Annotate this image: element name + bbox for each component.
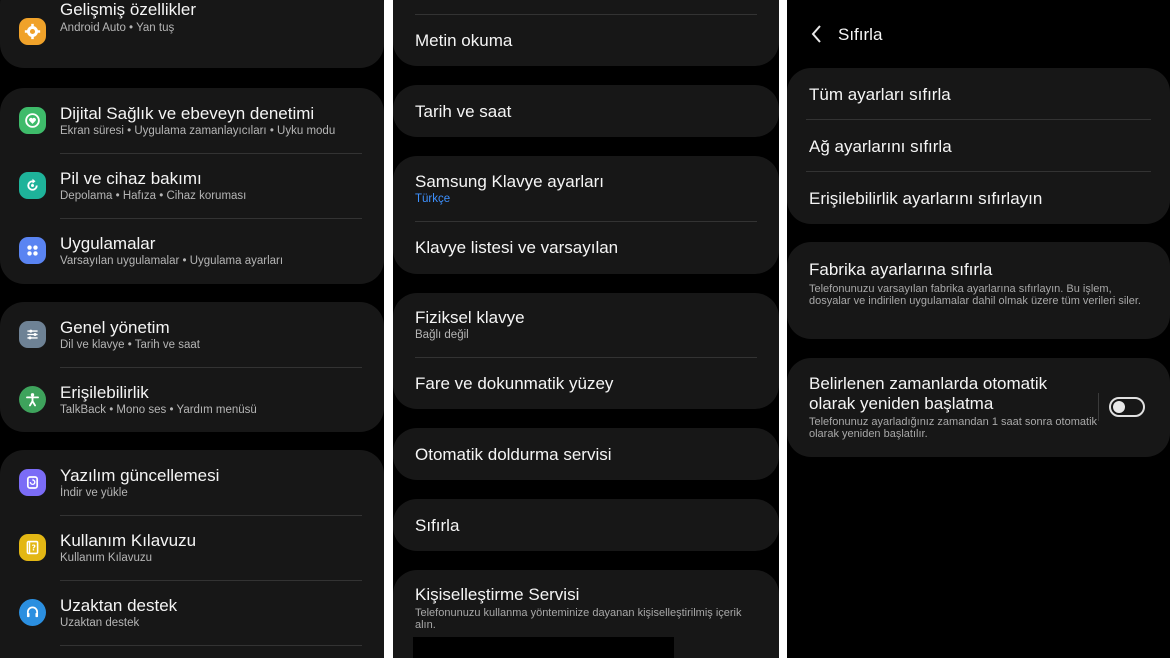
- item-subtitle: Bağlı değil: [415, 329, 469, 341]
- item-title: Kişiselleştirme Servisi: [415, 585, 580, 604]
- item-title: Fare ve dokunmatik yüzey: [415, 374, 614, 393]
- item-title: Dijital Sağlık ve ebeveyn denetimi: [60, 104, 315, 123]
- item-title: Klavye listesi ve varsayılan: [415, 238, 619, 257]
- item-subtitle: TalkBack • Mono ses • Yardım menüsü: [60, 404, 257, 416]
- item-subtitle: Android Auto • Yan tuş: [60, 22, 175, 34]
- item-subtitle: Uzaktan destek: [60, 617, 140, 629]
- settings-item-advanced-features[interactable]: Gelişmiş özellikler Android Auto • Yan t…: [0, 0, 384, 68]
- item-title: Sıfırla: [415, 516, 460, 535]
- settings-card-date-time: Tarih ve saat: [393, 85, 779, 137]
- item-title: Gelişmiş özellikler: [60, 0, 197, 19]
- reset-network-settings-item[interactable]: Ağ ayarlarını sıfırla: [787, 120, 1170, 172]
- page-title: Sıfırla: [838, 25, 883, 44]
- settings-item-general-management[interactable]: Genel yönetim Dil ve klavye • Tarih ve s…: [0, 302, 384, 367]
- settings-item-battery-care[interactable]: Pil ve cihaz bakımı Depolama • Hafıza • …: [0, 153, 384, 218]
- settings-card-personalization: Kişiselleştirme Servisi Telefonunuzu kul…: [393, 570, 779, 658]
- item-title: Erişilebilirlik: [60, 383, 149, 402]
- redaction-bar: [413, 637, 674, 658]
- toggle-divider: [1098, 393, 1099, 421]
- reset-options-card: Tüm ayarları sıfırla Ağ ayarlarını sıfır…: [787, 68, 1170, 224]
- settings-item-apps[interactable]: Uygulamalar Varsayılan uygulamalar • Uyg…: [0, 218, 384, 284]
- item-title: Yazılım güncellemesi: [60, 466, 220, 485]
- sliders-icon: [19, 321, 46, 348]
- item-subtitle: Dil ve klavye • Tarih ve saat: [60, 339, 200, 351]
- settings-item-mouse-touchpad[interactable]: Fare ve dokunmatik yüzey: [393, 358, 779, 409]
- settings-item-user-manual[interactable]: ? Kullanım Kılavuzu Kullanım Kılavuzu: [0, 515, 384, 580]
- item-title: Fabrika ayarlarına sıfırla: [809, 260, 993, 279]
- item-title: Genel yönetim: [60, 318, 170, 337]
- settings-item-accessibility[interactable]: Erişilebilirlik TalkBack • Mono ses • Ya…: [0, 367, 384, 432]
- item-subtitle: Türkçe: [415, 193, 451, 205]
- apps-grid-icon: [19, 237, 46, 264]
- item-title: Samsung Klavye ayarları: [415, 172, 604, 191]
- settings-item-physical-keyboard[interactable]: Fiziksel klavye Bağlı değil: [393, 293, 779, 357]
- accessibility-person-icon: [19, 386, 46, 413]
- general-management-panel: Metin okuma Tarih ve saat Samsung Klavye…: [393, 0, 779, 658]
- help-book-icon: ?: [19, 534, 46, 561]
- settings-main-panel: Gelişmiş özellikler Android Auto • Yan t…: [0, 0, 384, 658]
- settings-card-tts: Metin okuma: [393, 0, 779, 66]
- item-title: Kullanım Kılavuzu: [60, 531, 197, 550]
- settings-item-date-time[interactable]: Tarih ve saat: [393, 85, 779, 137]
- reset-accessibility-settings-item[interactable]: Erişilebilirlik ayarlarını sıfırlayın: [787, 172, 1170, 224]
- headset-icon: [19, 599, 46, 626]
- item-subtitle: Varsayılan uygulamalar • Uygulama ayarla…: [60, 255, 284, 267]
- reset-all-settings-item[interactable]: Tüm ayarları sıfırla: [787, 68, 1170, 120]
- settings-item-digital-wellbeing[interactable]: Dijital Sağlık ve ebeveyn denetimi Ekran…: [0, 88, 384, 153]
- item-subtitle: Ekran süresi • Uygulama zamanlayıcıları …: [60, 125, 336, 137]
- item-subtitle: Depolama • Hafıza • Cihaz koruması: [60, 190, 247, 202]
- settings-card-support: Yazılım güncellemesi İndir ve yükle ? Ku…: [0, 450, 384, 658]
- auto-restart-toggle[interactable]: [1109, 397, 1145, 417]
- item-description: Telefonunuzu varsayılan fabrika ayarları…: [809, 283, 1141, 307]
- settings-item-keyboard-list[interactable]: Klavye listesi ve varsayılan: [393, 222, 779, 274]
- settings-item-remote-support[interactable]: Uzaktan destek Uzaktan destek: [0, 580, 384, 645]
- settings-item-autofill-service[interactable]: Otomatik doldurma servisi: [393, 428, 779, 480]
- settings-card-autofill: Otomatik doldurma servisi: [393, 428, 779, 480]
- item-description: Telefonunuzu kullanma yönteminize dayana…: [415, 607, 742, 631]
- item-subtitle: İndir ve yükle: [60, 487, 128, 499]
- item-title: Tüm ayarları sıfırla: [809, 85, 951, 104]
- settings-item-reset[interactable]: Sıfırla: [393, 499, 779, 551]
- item-title: Uygulamalar: [60, 234, 156, 253]
- reset-panel: Sıfırla Tüm ayarları sıfırla Ağ ayarları…: [787, 0, 1170, 658]
- item-title: Ağ ayarlarını sıfırla: [809, 137, 952, 156]
- item-title: Erişilebilirlik ayarlarını sıfırlayın: [809, 189, 1043, 208]
- settings-card-advanced: Gelişmiş özellikler Android Auto • Yan t…: [0, 0, 384, 68]
- settings-item-software-update[interactable]: Yazılım güncellemesi İndir ve yükle: [0, 450, 384, 515]
- settings-card-keyboard: Samsung Klavye ayarları Türkçe Klavye li…: [393, 156, 779, 274]
- chevron-left-icon[interactable]: [809, 24, 825, 44]
- settings-card-health: Dijital Sağlık ve ebeveyn denetimi Ekran…: [0, 88, 384, 284]
- factory-reset-item[interactable]: Fabrika ayarlarına sıfırla Telefonunuzu …: [787, 242, 1170, 339]
- item-title: Fiziksel klavye: [415, 308, 525, 327]
- item-title: Pil ve cihaz bakımı: [60, 169, 202, 188]
- settings-card-reset: Sıfırla: [393, 499, 779, 551]
- divider: [60, 645, 362, 646]
- svg-text:?: ?: [32, 543, 36, 552]
- update-icon: [19, 469, 46, 496]
- item-description: Telefonunuz ayarladığınız zamandan 1 saa…: [809, 416, 1098, 440]
- gear-star-icon: [19, 18, 46, 45]
- refresh-circle-icon: [19, 172, 46, 199]
- item-title: Metin okuma: [415, 31, 513, 50]
- heart-circle-icon: [19, 107, 46, 134]
- factory-reset-card: Fabrika ayarlarına sıfırla Telefonunuzu …: [787, 242, 1170, 339]
- toggle-knob: [1113, 401, 1125, 413]
- settings-card-physical-keyboard: Fiziksel klavye Bağlı değil Fare ve doku…: [393, 293, 779, 409]
- item-subtitle: Kullanım Kılavuzu: [60, 552, 153, 564]
- item-title-line-1: Belirlenen zamanlarda otomatik: [809, 374, 1048, 393]
- auto-restart-card: Belirlenen zamanlarda otomatik olarak ye…: [787, 358, 1170, 457]
- settings-card-general: Genel yönetim Dil ve klavye • Tarih ve s…: [0, 302, 384, 432]
- item-title: Uzaktan destek: [60, 596, 178, 615]
- item-title-line-2: olarak yeniden başlatma: [809, 394, 994, 413]
- item-title: Tarih ve saat: [415, 102, 512, 121]
- settings-item-text-to-speech[interactable]: Metin okuma: [393, 15, 779, 66]
- item-title: Otomatik doldurma servisi: [415, 445, 612, 464]
- settings-item-samsung-keyboard[interactable]: Samsung Klavye ayarları Türkçe: [393, 156, 779, 221]
